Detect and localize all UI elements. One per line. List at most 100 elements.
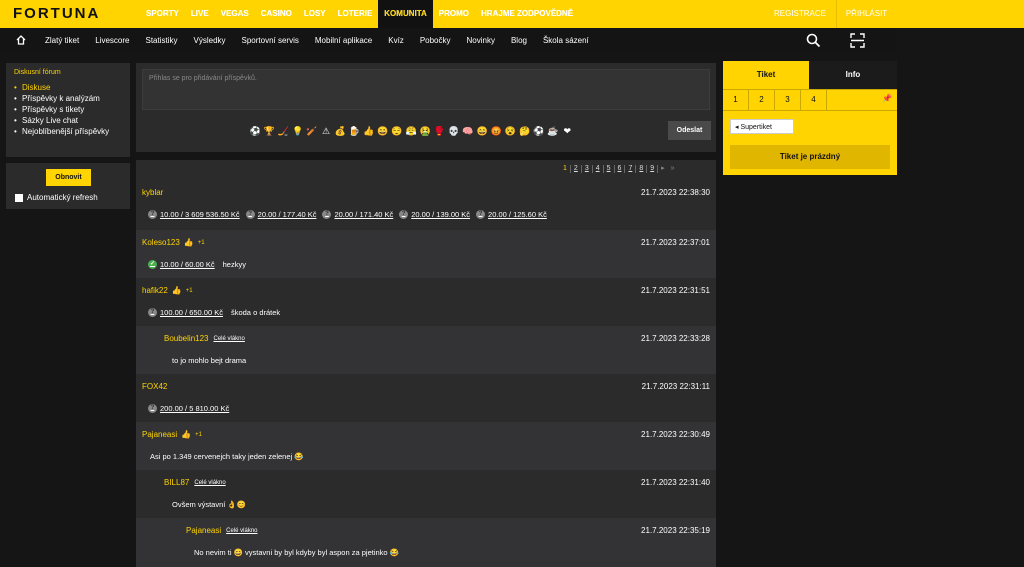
full-thread-link[interactable]: Celé vlákno <box>213 336 244 342</box>
last-page-icon[interactable]: » <box>668 165 678 173</box>
emoji-button[interactable]: 🏒 <box>276 124 290 138</box>
thumbs-up-icon[interactable]: 👍 <box>184 238 194 247</box>
register-link[interactable]: REGISTRACE <box>762 0 839 28</box>
emoji-button[interactable]: 💰 <box>333 124 347 138</box>
emoji-button[interactable]: 🥊 <box>432 124 446 138</box>
emoji-button[interactable]: 😵 <box>503 124 517 138</box>
emoji-button[interactable]: 🤔 <box>518 124 532 138</box>
full-thread-link[interactable]: Celé vlákno <box>194 480 225 486</box>
page-link[interactable]: 7 <box>625 165 637 173</box>
sub-nav-item[interactable]: Novinky <box>467 28 495 54</box>
post-textarea[interactable]: Přihlas se pro přidávání příspěvků. <box>142 69 710 110</box>
main-nav-komunita[interactable]: KOMUNITA <box>378 0 433 28</box>
post-author-name[interactable]: kyblar <box>142 188 163 197</box>
emoji-button[interactable]: 🧠 <box>461 124 475 138</box>
forum-menu-item[interactable]: Sázky Live chat <box>14 115 122 126</box>
forum-menu-item[interactable]: Diskuse <box>14 82 122 93</box>
login-button[interactable]: PŘIHLÁSIT <box>836 0 896 28</box>
send-button[interactable]: Odeslat <box>668 121 711 140</box>
post-author-name[interactable]: hafik22 <box>142 286 168 295</box>
sub-nav-item[interactable]: Sportovní servis <box>242 28 299 54</box>
main-nav-vegas[interactable]: VEGAS <box>214 0 255 28</box>
search-icon[interactable] <box>806 33 821 48</box>
emoji-button[interactable]: ❤ <box>560 124 574 138</box>
emoji-button[interactable]: 😤 <box>404 124 418 138</box>
next-page-icon[interactable]: ▸ <box>658 165 668 173</box>
ticket-link[interactable]: ? 20.00 / 125.60 Kč <box>476 210 547 219</box>
post-author-name[interactable]: Koleso123 <box>142 238 180 247</box>
forum-menu-item[interactable]: Nejoblíbenější příspěvky <box>14 126 122 137</box>
main-nav-promo[interactable]: PROMO <box>432 0 476 28</box>
ticket-link[interactable]: ? 20.00 / 139.00 Kč <box>399 210 470 219</box>
emoji-button[interactable]: ⚠ <box>319 124 333 138</box>
emoji-button[interactable]: 😌 <box>390 124 404 138</box>
ticket-link[interactable]: ? 10.00 / 3 609 536.50 Kč <box>148 210 240 219</box>
emoji-button[interactable]: 🏏 <box>305 124 319 138</box>
post-author-name[interactable]: Pajaneasi <box>142 430 177 439</box>
post-author-name[interactable]: BILL87 <box>164 478 189 487</box>
pin-icon[interactable]: 📌 <box>882 94 892 103</box>
page-link[interactable]: 8 <box>636 165 648 173</box>
main-nav-casino[interactable]: CASINO <box>254 0 298 28</box>
sub-nav-item[interactable]: Výsledky <box>194 28 226 54</box>
ticket-link[interactable]: ? 20.00 / 177.40 Kč <box>245 210 316 219</box>
tab-info[interactable]: Info <box>809 61 897 89</box>
sub-nav-item[interactable]: Mobilní aplikace <box>315 28 372 54</box>
emoji-button[interactable]: ⚽ <box>532 124 546 138</box>
ticket-link[interactable]: ✓ 10.00 / 60.00 Kč <box>148 260 215 269</box>
tab-ticket[interactable]: Tiket <box>723 61 809 89</box>
fortuna-logo[interactable]: FORTUNA <box>13 5 100 22</box>
page-link[interactable]: 4 <box>593 165 604 173</box>
sub-nav-item[interactable]: Blog <box>511 28 527 54</box>
ticket-link[interactable]: ? 20.00 / 171.40 Kč <box>322 210 393 219</box>
main-nav-losy[interactable]: LOSY <box>297 0 338 28</box>
emoji-button[interactable]: 💡 <box>291 124 305 138</box>
sub-nav-item[interactable]: Statistiky <box>145 28 177 54</box>
ticket-number-tab[interactable]: 3 <box>775 90 801 110</box>
sub-nav-item[interactable]: Livescore <box>95 28 129 54</box>
forum-menu-item[interactable]: Příspěvky s tikety <box>14 104 122 115</box>
page-link[interactable]: 6 <box>615 165 626 173</box>
thumbs-up-icon[interactable]: 👍 <box>172 286 182 295</box>
page-link[interactable]: 2 <box>571 165 582 173</box>
emoji-button[interactable]: ☕ <box>546 124 560 138</box>
main-nav-hrajme-zodpovědně[interactable]: HRAJME ZODPOVĚDNĚ <box>475 0 580 28</box>
ticket-number-tab[interactable]: 4 <box>801 90 827 110</box>
post-author-name[interactable]: Pajaneasi <box>186 526 221 535</box>
thumbs-up-icon[interactable]: 👍 <box>181 430 191 439</box>
ticket-number-tab[interactable]: 2 <box>749 90 775 110</box>
sub-nav-item[interactable]: Zlatý tiket <box>45 28 89 54</box>
emoji-button[interactable]: ⚽ <box>248 124 262 138</box>
ticket-link[interactable]: ? 200.00 / 5 810.00 Kč <box>148 404 229 413</box>
post-author-name[interactable]: FOX42 <box>142 382 167 391</box>
post-author-name[interactable]: Boubelin123 <box>164 334 208 343</box>
emoji-button[interactable]: 😡 <box>489 124 503 138</box>
full-thread-link[interactable]: Celé vlákno <box>226 528 257 534</box>
main-nav-live[interactable]: LIVE <box>184 0 215 28</box>
ticket-number-tab[interactable]: 1 <box>723 90 749 110</box>
page-link[interactable]: 5 <box>604 165 615 173</box>
sub-nav-item[interactable]: Pobočky <box>420 28 451 54</box>
page-link[interactable]: 3 <box>582 165 593 173</box>
auto-refresh-checkbox[interactable] <box>15 193 23 202</box>
forum-menu-item[interactable]: Příspěvky k analýzám <box>14 93 122 104</box>
auto-refresh-toggle[interactable]: Automatický refresh <box>15 193 98 202</box>
home-icon[interactable] <box>16 35 26 45</box>
emoji-button[interactable]: 😄 <box>475 124 489 138</box>
supertiket-button[interactable]: ◂ Supertiket <box>730 119 794 134</box>
main-nav-sporty[interactable]: SPORTY <box>140 0 185 28</box>
emoji-button[interactable]: 🤮 <box>418 124 432 138</box>
emoji-button[interactable]: 👍 <box>362 124 376 138</box>
main-nav-loterie[interactable]: LOTERIE <box>331 0 379 28</box>
sub-nav-item[interactable]: Škola sázení <box>543 28 589 54</box>
emoji-button[interactable]: 😀 <box>376 124 390 138</box>
emoji-button[interactable]: 🏆 <box>262 124 276 138</box>
scan-ticket-icon[interactable] <box>850 33 865 48</box>
ticket-link[interactable]: ? 100.00 / 650.00 Kč <box>148 308 223 317</box>
refresh-button[interactable]: Obnovit <box>46 169 91 186</box>
page-link[interactable]: 9 <box>647 165 659 173</box>
emoji-button[interactable]: 💀 <box>447 124 461 138</box>
sub-nav-item[interactable]: Kvíz <box>388 28 404 54</box>
emoji-button[interactable]: 🍺 <box>347 124 361 138</box>
page-link[interactable]: 1 <box>560 165 571 173</box>
